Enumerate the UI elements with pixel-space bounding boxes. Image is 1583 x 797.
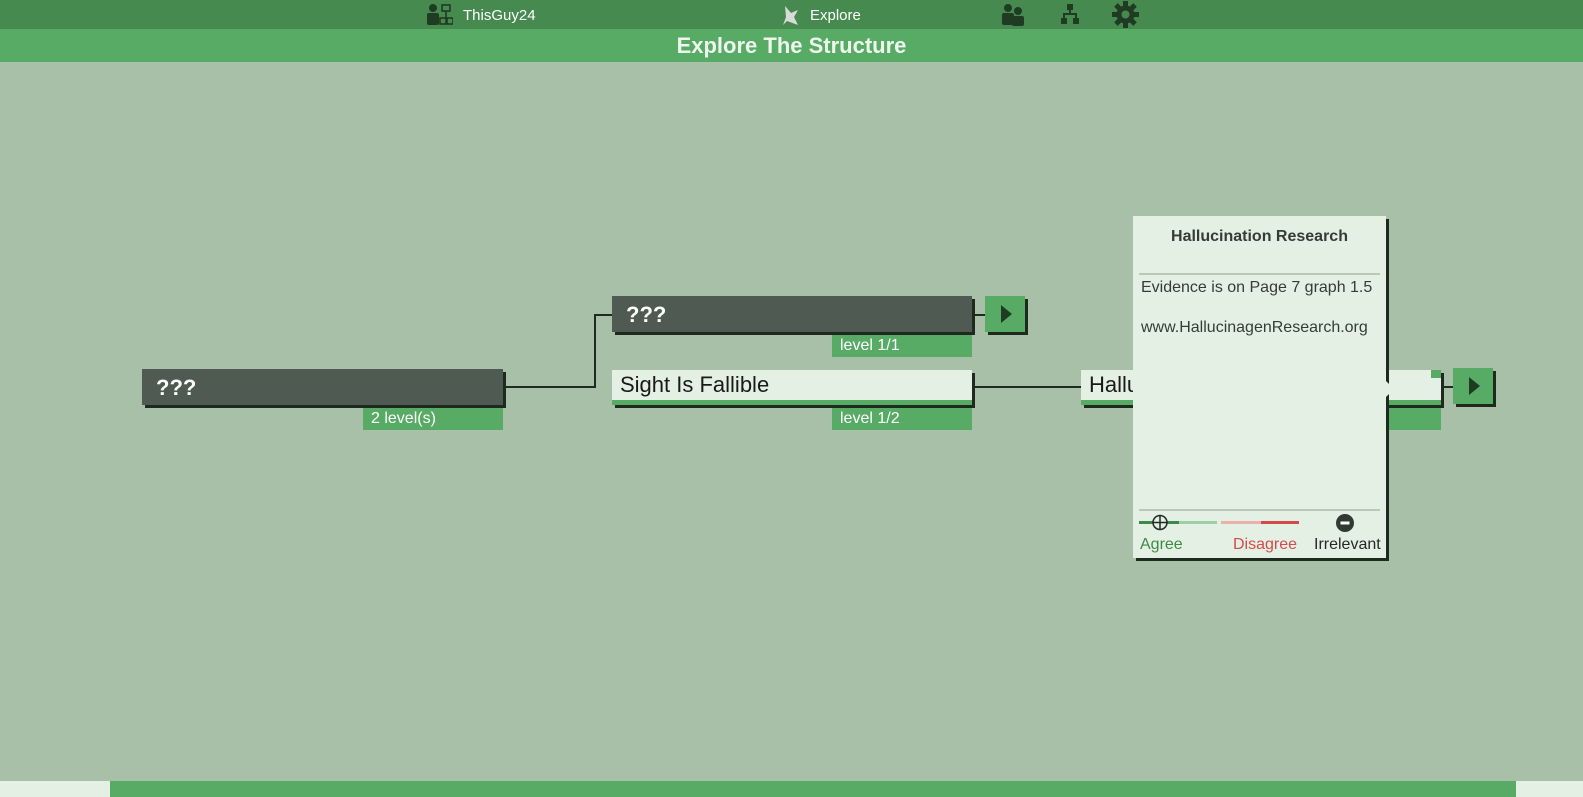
hierarchy-icon[interactable] xyxy=(1061,4,1079,25)
gear-icon[interactable] xyxy=(1112,1,1139,28)
explore-link[interactable]: Explore xyxy=(810,7,861,24)
child-node-unknown-level-badge: level 1/1 xyxy=(832,335,972,357)
popup-source-link[interactable]: www.HallucinagenResearch.org xyxy=(1141,318,1381,338)
disagree-slider[interactable] xyxy=(1221,512,1301,532)
play-arrow-icon xyxy=(1001,305,1012,323)
child-node-sight[interactable]: Sight Is Fallible xyxy=(612,370,972,405)
agree-slider[interactable] xyxy=(1139,512,1219,532)
expand-child-unknown-button[interactable] xyxy=(985,296,1025,332)
agree-label[interactable]: Agree xyxy=(1140,536,1183,554)
child-node-unknown[interactable]: ??? xyxy=(612,296,972,332)
people-icon[interactable] xyxy=(1001,3,1025,27)
child-node-sight-label: Sight Is Fallible xyxy=(620,372,770,397)
connector-child3-arrow xyxy=(1440,386,1454,388)
popup-title: Hallucination Research xyxy=(1171,228,1348,245)
connector-child1 xyxy=(594,314,612,316)
expand-hallucination-button[interactable] xyxy=(1453,368,1493,404)
child-node-sight-level-badge: level 1/2 xyxy=(832,408,972,430)
root-node-label: ??? xyxy=(156,375,197,400)
disagree-label[interactable]: Disagree xyxy=(1233,536,1297,554)
connector-root xyxy=(505,386,595,388)
irrelevant-icon[interactable] xyxy=(1335,513,1355,533)
bottom-scrollbar[interactable] xyxy=(110,781,1516,797)
bird-icon[interactable] xyxy=(781,5,801,26)
page-title: Explore The Structure xyxy=(676,33,907,58)
root-node[interactable]: ??? xyxy=(142,369,503,405)
user-tree-icon[interactable] xyxy=(427,3,453,26)
play-arrow-icon xyxy=(1469,377,1480,395)
popup-evidence-text: Evidence is on Page 7 graph 1.5 xyxy=(1141,279,1373,296)
node-detail-popup: Hallucination Research Evidence is on Pa… xyxy=(1133,216,1386,558)
username-link[interactable]: ThisGuy24 xyxy=(463,7,536,24)
popup-body: Evidence is on Page 7 graph 1.5 www.Hall… xyxy=(1141,278,1381,358)
child-node-unknown-label: ??? xyxy=(626,302,667,327)
popup-divider-top xyxy=(1139,273,1380,275)
connector-vertical xyxy=(594,314,596,388)
irrelevant-label[interactable]: Irrelevant xyxy=(1314,536,1381,554)
popup-pointer xyxy=(1376,371,1394,407)
node-corner-marker xyxy=(1431,370,1441,378)
popup-divider-bottom xyxy=(1139,509,1380,511)
root-level-badge: 2 level(s) xyxy=(363,408,503,430)
connector-child2-child3 xyxy=(972,386,1082,388)
connector-child1-arrow xyxy=(972,314,986,316)
